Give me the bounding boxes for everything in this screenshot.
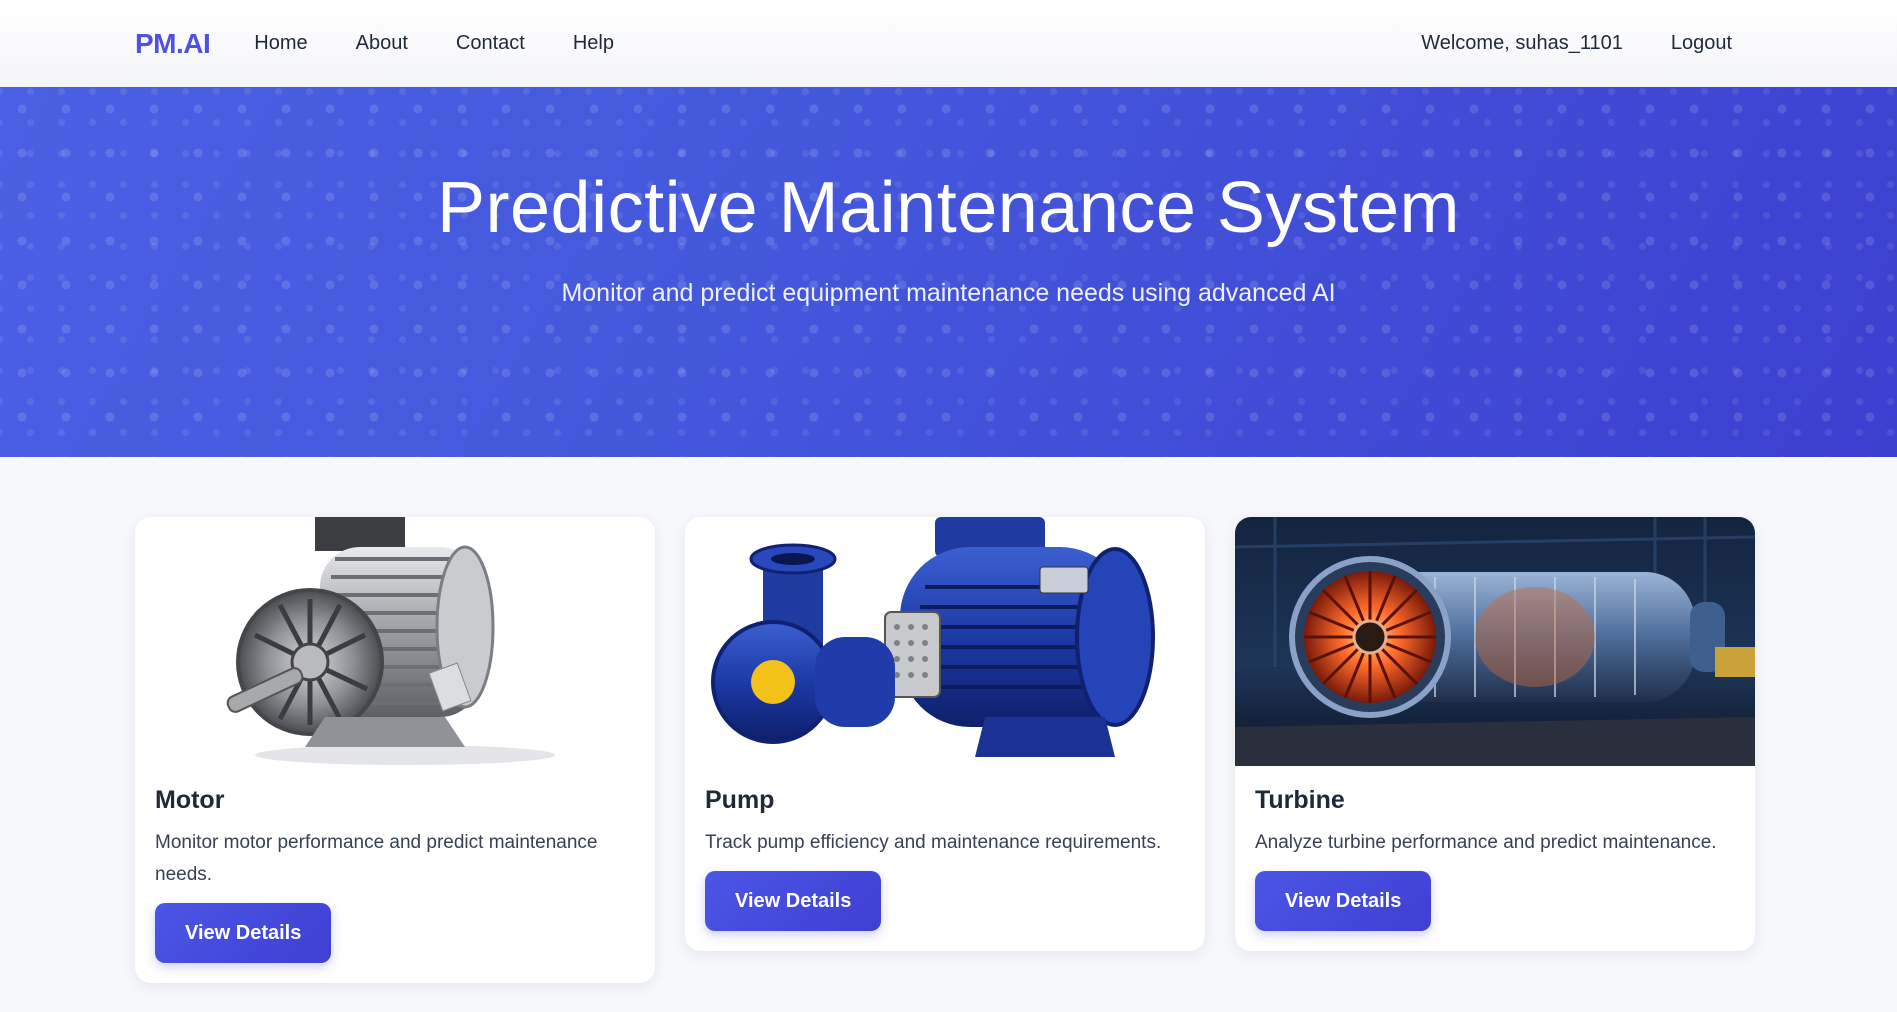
logout-link[interactable]: Logout (1671, 32, 1732, 55)
equipment-cards: Motor Monitor motor performance and pred… (135, 517, 1755, 983)
brand-logo[interactable]: PM.AI (135, 28, 211, 60)
equipment-card-pump: Pump Track pump efficiency and maintenan… (685, 517, 1205, 951)
nav-link-about[interactable]: About (356, 32, 408, 55)
pump-card-body: Pump Track pump efficiency and maintenan… (685, 766, 1205, 951)
hero-banner: Predictive Maintenance System Monitor an… (0, 87, 1897, 457)
hero-title: Predictive Maintenance System (437, 168, 1460, 248)
card-title: Motor (155, 786, 225, 814)
nav-user-area: Welcome, suhas_1101 Logout (1421, 32, 1732, 55)
pump-image (685, 517, 1205, 766)
motor-image (135, 517, 655, 766)
card-description: Analyze turbine performance and predict … (1255, 832, 1717, 853)
view-details-button-motor[interactable]: View Details (155, 903, 332, 963)
view-details-button-turbine[interactable]: View Details (1255, 871, 1432, 931)
gas-turbine-icon (1235, 517, 1755, 766)
hero-dot-pattern (0, 87, 1897, 457)
nav-link-home[interactable]: Home (254, 32, 307, 55)
hero-subtitle: Monitor and predict equipment maintenanc… (561, 279, 1336, 307)
card-title: Turbine (1255, 786, 1345, 814)
nav-link-contact[interactable]: Contact (456, 32, 525, 55)
card-description: Track pump efficiency and maintenance re… (705, 832, 1162, 853)
view-details-button-pump[interactable]: View Details (705, 871, 882, 931)
card-description: Monitor motor performance and predict ma… (155, 832, 598, 885)
nav-link-help[interactable]: Help (573, 32, 614, 55)
welcome-text: Welcome, suhas_1101 (1421, 32, 1623, 54)
nav-links: Home About Contact Help (254, 32, 614, 55)
equipment-card-turbine: Turbine Analyze turbine performance and … (1235, 517, 1755, 951)
electric-motor-icon (135, 517, 655, 766)
card-title: Pump (705, 786, 775, 814)
motor-card-body: Motor Monitor motor performance and pred… (135, 766, 655, 983)
centrifugal-pump-icon (685, 517, 1205, 766)
equipment-card-motor: Motor Monitor motor performance and pred… (135, 517, 655, 983)
navbar: PM.AI Home About Contact Help Welcome, s… (0, 0, 1897, 87)
turbine-image (1235, 517, 1755, 766)
turbine-card-body: Turbine Analyze turbine performance and … (1235, 766, 1755, 951)
